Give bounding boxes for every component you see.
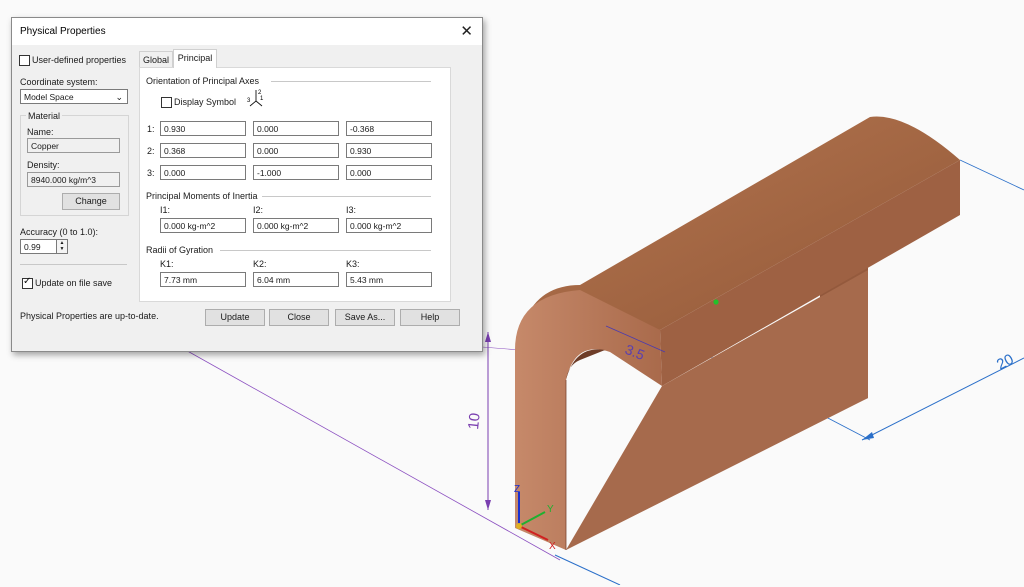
gyration-k2-field[interactable]: 6.04 mm xyxy=(253,272,339,287)
moments-separator xyxy=(262,196,431,197)
dialog-titlebar[interactable]: Physical Properties ✕ xyxy=(12,18,482,45)
density-field[interactable]: 8940.000 kg/m^3 xyxy=(27,172,120,187)
gyration-k3-label: K3: xyxy=(346,259,360,269)
accuracy-label: Accuracy (0 to 1.0): xyxy=(20,227,99,237)
close-button[interactable]: Close xyxy=(269,309,329,326)
display-symbol-label: Display Symbol xyxy=(174,97,237,107)
axis-symbol-icon: 2 3 1 xyxy=(247,90,264,107)
axis-row-1-label: 1: xyxy=(147,124,155,134)
accuracy-input[interactable]: 0.99 xyxy=(20,239,57,254)
blue-axis-line xyxy=(554,554,621,586)
update-on-save-checkbox[interactable] xyxy=(22,276,33,289)
dimension-10-arrow-top xyxy=(485,332,491,342)
axis-1-x-field[interactable]: 0.930 xyxy=(160,121,246,136)
gyration-k1-label: K1: xyxy=(160,259,174,269)
update-on-save-label: Update on file save xyxy=(35,278,113,288)
update-button[interactable]: Update xyxy=(205,309,265,326)
moment-i3-label: I3: xyxy=(346,205,357,215)
status-text: Physical Properties are up-to-date. xyxy=(20,311,159,321)
moment-i3-field[interactable]: 0.000 kg-m^2 xyxy=(346,218,432,233)
material-name-field[interactable]: Copper xyxy=(27,138,120,153)
coord-system-label: Coordinate system: xyxy=(20,77,98,87)
tab-principal[interactable]: Principal xyxy=(173,49,217,68)
axis-3-z-field[interactable]: 0.000 xyxy=(346,165,432,180)
moment-i2-field[interactable]: 0.000 kg-m^2 xyxy=(253,218,339,233)
display-symbol-checkbox[interactable] xyxy=(161,97,172,108)
density-label: Density: xyxy=(27,160,60,170)
material-group-title: Material xyxy=(26,111,63,121)
axis-3-y-field[interactable]: -1.000 xyxy=(253,165,339,180)
center-of-gravity-dot[interactable] xyxy=(713,299,719,305)
close-icon[interactable]: ✕ xyxy=(460,22,473,40)
dimension-10-arrow-bottom xyxy=(485,500,491,510)
chevron-down-icon: ⌄ xyxy=(115,92,123,102)
gyration-title: Radii of Gyration xyxy=(146,245,214,255)
gyration-k1-field[interactable]: 7.73 mm xyxy=(160,272,246,287)
gyration-separator xyxy=(220,250,431,251)
axis-2-x-field[interactable]: 0.368 xyxy=(160,143,246,158)
y-axis-label: Y xyxy=(547,504,554,515)
principal-tab-panel: Orientation of Principal Axes Display Sy… xyxy=(139,67,451,302)
moments-title: Principal Moments of Inertia xyxy=(146,191,258,201)
axis-row-3-label: 3: xyxy=(147,168,155,178)
user-defined-label: User-defined properties xyxy=(32,55,127,65)
triad-origin xyxy=(516,523,522,529)
gyration-k3-field[interactable]: 5.43 mm xyxy=(346,272,432,287)
save-as-button[interactable]: Save As... xyxy=(335,309,395,326)
dim-10-label[interactable]: 10 xyxy=(465,412,484,430)
axis-1-z-field[interactable]: -0.368 xyxy=(346,121,432,136)
coord-system-select[interactable]: Model Space ⌄ xyxy=(20,89,128,104)
axis-3-x-field[interactable]: 0.000 xyxy=(160,165,246,180)
user-defined-checkbox[interactable] xyxy=(19,55,30,66)
accuracy-spinner[interactable]: ▲ ▼ xyxy=(57,239,68,254)
name-label: Name: xyxy=(27,127,54,137)
moment-i1-field[interactable]: 0.000 kg-m^2 xyxy=(160,218,246,233)
orientation-separator xyxy=(271,81,431,82)
moment-i1-label: I1: xyxy=(160,205,171,215)
x-axis-label: X xyxy=(549,541,556,552)
dim-20-extension-top xyxy=(959,159,1024,191)
tab-global[interactable]: Global xyxy=(139,51,173,67)
change-button[interactable]: Change xyxy=(62,193,120,210)
axis-2-z-field[interactable]: 0.930 xyxy=(346,143,432,158)
physical-properties-dialog: Physical Properties ✕ User-defined prope… xyxy=(11,17,483,352)
z-axis-label: Z xyxy=(514,484,520,495)
dimension-20-arrow xyxy=(862,432,874,440)
coord-system-value: Model Space xyxy=(24,92,74,102)
left-separator xyxy=(20,264,127,265)
axis-symbol-label-3: 3 xyxy=(247,98,251,104)
orientation-title: Orientation of Principal Axes xyxy=(146,76,260,86)
axis-symbol-label-1: 1 xyxy=(260,96,264,102)
purple-construction-line xyxy=(149,329,561,561)
axis-2-y-field[interactable]: 0.000 xyxy=(253,143,339,158)
help-button[interactable]: Help xyxy=(400,309,460,326)
gyration-k2-label: K2: xyxy=(253,259,267,269)
axis-1-y-field[interactable]: 0.000 xyxy=(253,121,339,136)
dialog-title: Physical Properties xyxy=(20,26,106,37)
axis-row-2-label: 2: xyxy=(147,146,155,156)
moment-i2-label: I2: xyxy=(253,205,264,215)
dim-20-label[interactable]: 20 xyxy=(994,351,1017,374)
